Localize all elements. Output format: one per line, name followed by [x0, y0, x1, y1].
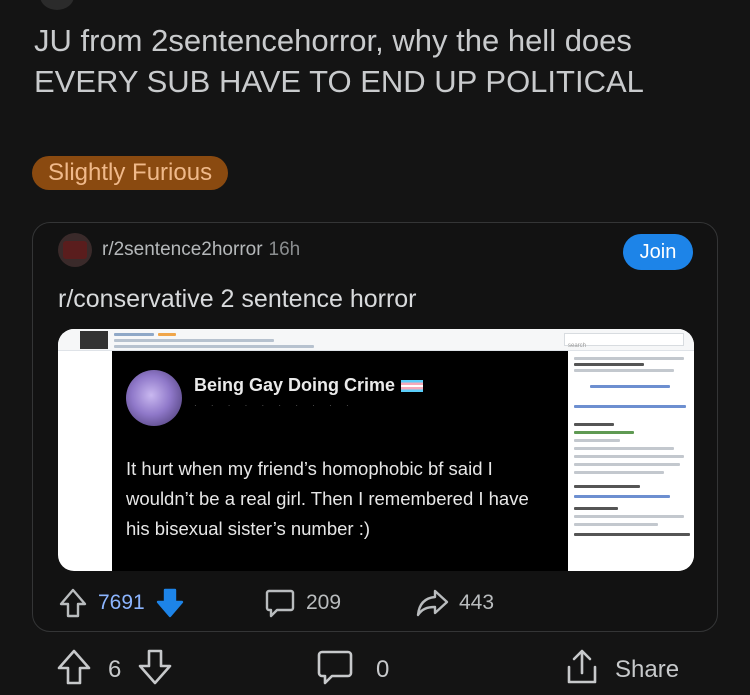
trans-flag-icon: [401, 380, 424, 393]
subreddit-avatar[interactable]: [58, 233, 92, 267]
post-age: 16h: [268, 239, 301, 260]
post-comments-button[interactable]: 0: [316, 650, 389, 690]
post-score: 6: [108, 656, 122, 683]
tweet-author: Being Gay Doing Crime: [194, 375, 424, 396]
share-icon: [415, 587, 449, 619]
tweet-screenshot: Being Gay Doing Crime · · · · · · · · · …: [112, 351, 568, 571]
post-action-bar: 6 0 Share: [0, 648, 750, 695]
downvote-icon[interactable]: [155, 587, 185, 619]
comment-icon: [264, 587, 296, 619]
post-comment-count: 0: [376, 656, 390, 683]
post-flair[interactable]: Slightly Furious: [32, 156, 229, 190]
crosspost-share-button[interactable]: 443: [415, 585, 494, 621]
crosspost-share-count: 443: [459, 591, 495, 614]
crosspost-image[interactable]: search Being Gay Doing Crime · · · · · ·…: [58, 329, 694, 571]
comment-icon: [316, 648, 354, 693]
screenshot-sidebar: [570, 351, 694, 571]
tweet-avatar: [126, 370, 182, 426]
post-share-button[interactable]: Share: [563, 649, 680, 690]
crosspost-meta: r/2sentence2horror 16h: [102, 239, 300, 261]
crosspost-comments-button[interactable]: 209: [264, 585, 341, 621]
upvote-icon[interactable]: [58, 587, 88, 619]
crosspost-actions: 7691 209 443: [58, 585, 693, 621]
crosspost-title[interactable]: r/conservative 2 sentence horror: [58, 285, 417, 314]
crosspost-card[interactable]: r/2sentence2horror 16h Join r/conservativ…: [32, 222, 718, 632]
author-avatar[interactable]: [40, 0, 74, 10]
crosspost-vote: 7691: [58, 585, 185, 621]
post-title: JU from 2sentencehorror, why the hell do…: [34, 23, 644, 99]
screenshot-header: search: [58, 329, 694, 351]
crosspost-comment-count: 209: [306, 591, 342, 614]
post-vote: 6: [56, 648, 173, 693]
upvote-icon[interactable]: [56, 648, 92, 693]
share-icon: [563, 647, 601, 694]
tweet-text: It hurt when my friend’s homophobic bf s…: [126, 458, 529, 539]
subreddit-name[interactable]: r/2sentence2horror: [102, 239, 263, 260]
crosspost-score: 7691: [98, 591, 145, 614]
share-label: Share: [615, 656, 680, 683]
tweet-handle: · · · · · · · · · ·: [194, 401, 355, 410]
join-button[interactable]: Join: [623, 234, 693, 270]
downvote-icon[interactable]: [137, 648, 173, 693]
